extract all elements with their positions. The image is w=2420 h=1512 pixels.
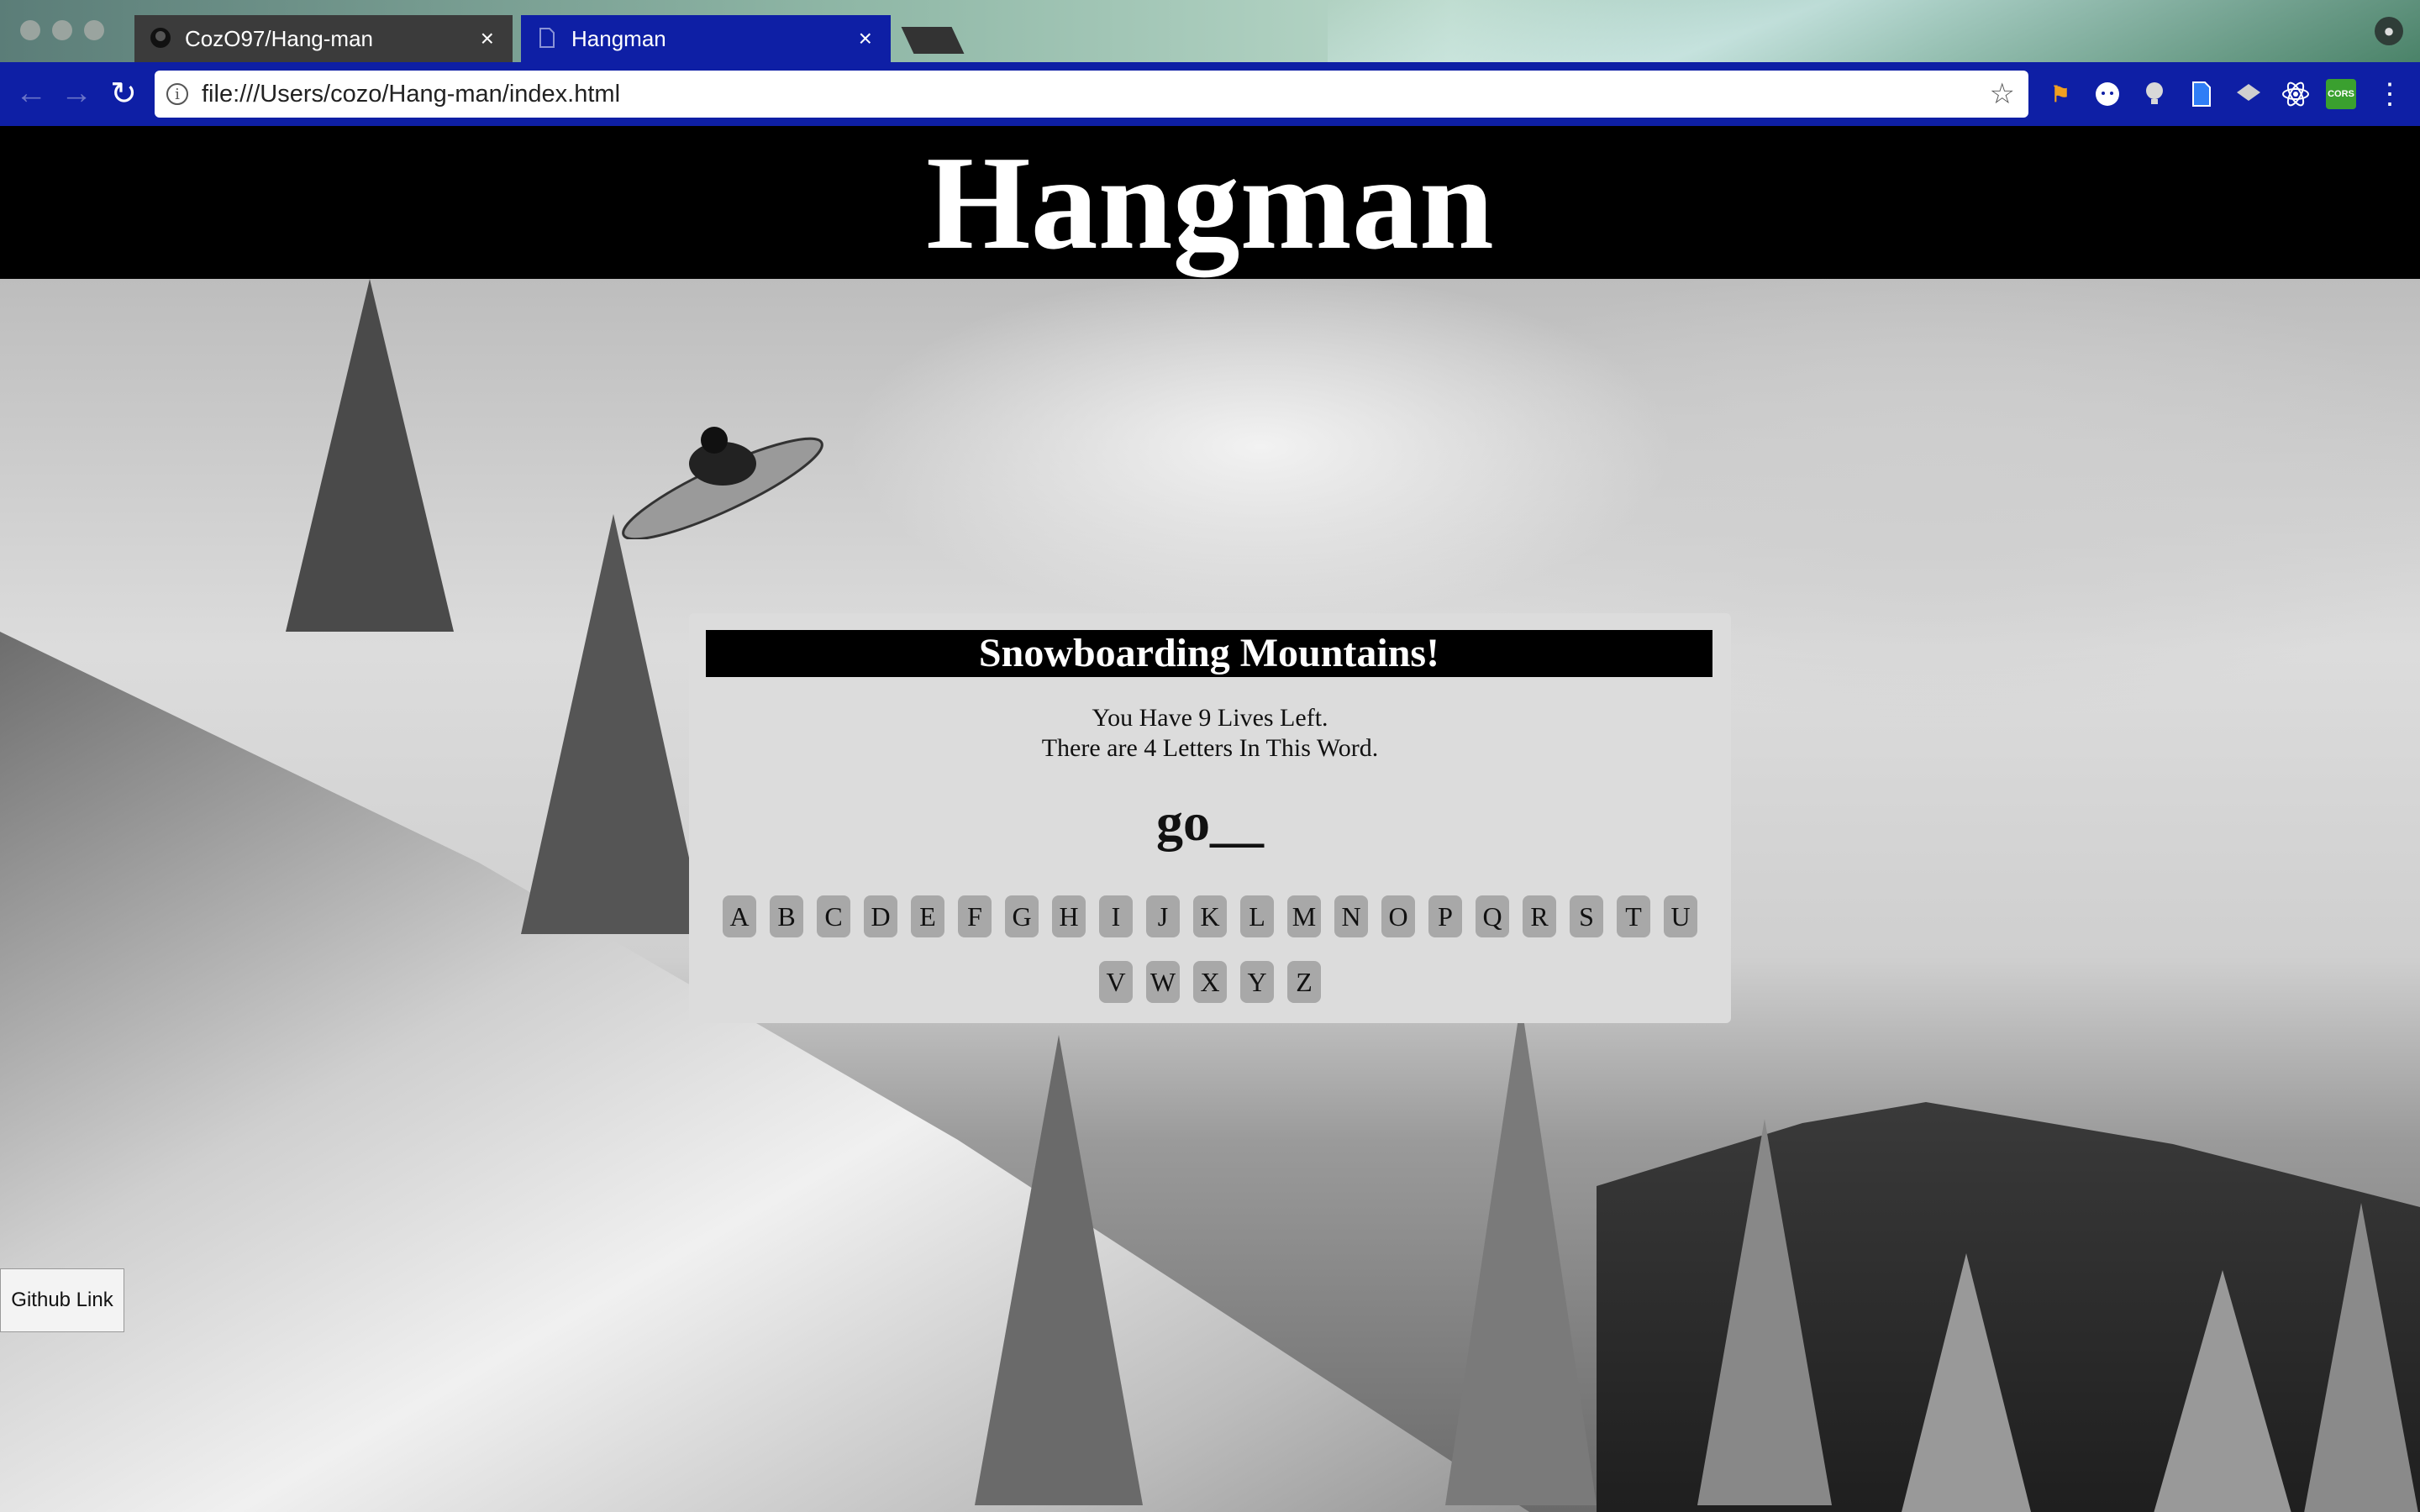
letter-button-n[interactable]: N bbox=[1334, 895, 1368, 937]
new-tab-button[interactable] bbox=[901, 27, 965, 54]
letter-button-g[interactable]: G bbox=[1005, 895, 1039, 937]
guessed-word-display: go__ bbox=[1156, 792, 1264, 852]
info-icon[interactable]: i bbox=[166, 83, 188, 105]
lives-remaining-text: You Have 9 Lives Left. bbox=[1092, 704, 1328, 732]
back-icon[interactable]: ← bbox=[12, 74, 50, 113]
letter-button-u[interactable]: U bbox=[1664, 895, 1697, 937]
letter-button-z[interactable]: Z bbox=[1287, 961, 1321, 1003]
github-link-button[interactable]: Github Link bbox=[0, 1268, 124, 1332]
letter-button-a[interactable]: A bbox=[723, 895, 756, 937]
letter-button-v[interactable]: V bbox=[1099, 961, 1133, 1003]
github-icon bbox=[150, 28, 171, 48]
cors-icon[interactable]: CORS bbox=[2326, 79, 2356, 109]
address-bar[interactable]: i file:///Users/cozo/Hang-man/index.html… bbox=[155, 71, 2028, 118]
page-icon bbox=[539, 28, 555, 48]
bookmark-star-icon[interactable]: ☆ bbox=[1990, 77, 2015, 111]
tab-hangman[interactable]: Hangman × bbox=[521, 15, 891, 62]
ghost-icon[interactable] bbox=[2091, 77, 2124, 111]
letter-button-k[interactable]: K bbox=[1193, 895, 1227, 937]
tab-title: CozO97/Hang-man bbox=[185, 25, 373, 51]
letter-button-e[interactable]: E bbox=[911, 895, 944, 937]
lightbulb-icon[interactable] bbox=[2138, 77, 2171, 111]
letter-button-t[interactable]: T bbox=[1617, 895, 1650, 937]
letter-button-c[interactable]: C bbox=[817, 895, 850, 937]
letter-button-o[interactable]: O bbox=[1381, 895, 1415, 937]
letter-button-x[interactable]: X bbox=[1193, 961, 1227, 1003]
letter-button-d[interactable]: D bbox=[864, 895, 897, 937]
document-icon[interactable] bbox=[2185, 77, 2218, 111]
address-url[interactable]: file:///Users/cozo/Hang-man/index.html bbox=[202, 81, 620, 108]
tabstrip-background bbox=[1328, 0, 2420, 62]
letter-button-i[interactable]: I bbox=[1099, 895, 1133, 937]
letter-button-j[interactable]: J bbox=[1146, 895, 1180, 937]
profile-icon[interactable]: ● bbox=[2375, 17, 2403, 45]
tab-title: Hangman bbox=[571, 25, 666, 51]
tree bbox=[286, 279, 454, 632]
letter-button-w[interactable]: W bbox=[1146, 961, 1180, 1003]
window-zoom-button[interactable] bbox=[84, 20, 104, 40]
reload-icon[interactable]: ↻ bbox=[104, 74, 143, 113]
letter-button-f[interactable]: F bbox=[958, 895, 992, 937]
letter-button-l[interactable]: L bbox=[1240, 895, 1274, 937]
tree bbox=[1445, 1001, 1597, 1505]
letter-button-p[interactable]: P bbox=[1428, 895, 1462, 937]
letter-button-h[interactable]: H bbox=[1052, 895, 1086, 937]
category-title: Snowboarding Mountains! bbox=[706, 630, 1712, 677]
page-viewport: Hangman Snowboarding Mountains! You Have… bbox=[0, 126, 2420, 1512]
letter-button-r[interactable]: R bbox=[1523, 895, 1556, 937]
game-panel: Snowboarding Mountains! You Have 9 Lives… bbox=[689, 613, 1731, 1023]
react-icon[interactable] bbox=[2279, 77, 2312, 111]
letter-keyboard: A B C D E F G H I J K L M N O P Q R S T … bbox=[689, 895, 1731, 1003]
browser-tabstrip: CozO97/Hang-man × Hangman × ● bbox=[0, 0, 2420, 62]
forward-icon[interactable]: → bbox=[57, 74, 96, 113]
letter-button-b[interactable]: B bbox=[770, 895, 803, 937]
window-close-button[interactable] bbox=[20, 20, 40, 40]
layers-icon[interactable] bbox=[2232, 77, 2265, 111]
page-title: Hangman bbox=[0, 126, 2420, 279]
tab-close-icon[interactable]: × bbox=[859, 25, 872, 52]
window-minimize-button[interactable] bbox=[52, 20, 72, 40]
letter-button-m[interactable]: M bbox=[1287, 895, 1321, 937]
flag-icon[interactable]: ⚑ bbox=[2044, 77, 2077, 111]
menu-icon[interactable]: ⋮ bbox=[2373, 77, 2407, 111]
tab-close-icon[interactable]: × bbox=[481, 25, 494, 52]
tree bbox=[521, 514, 706, 934]
letter-button-s[interactable]: S bbox=[1570, 895, 1603, 937]
letter-button-q[interactable]: Q bbox=[1476, 895, 1509, 937]
browser-toolbar: ← → ↻ i file:///Users/cozo/Hang-man/inde… bbox=[0, 62, 2420, 126]
word-length-text: There are 4 Letters In This Word. bbox=[1041, 734, 1379, 762]
letter-button-y[interactable]: Y bbox=[1240, 961, 1274, 1003]
snowboarder-figure bbox=[622, 427, 823, 539]
tab-github[interactable]: CozO97/Hang-man × bbox=[134, 15, 513, 62]
